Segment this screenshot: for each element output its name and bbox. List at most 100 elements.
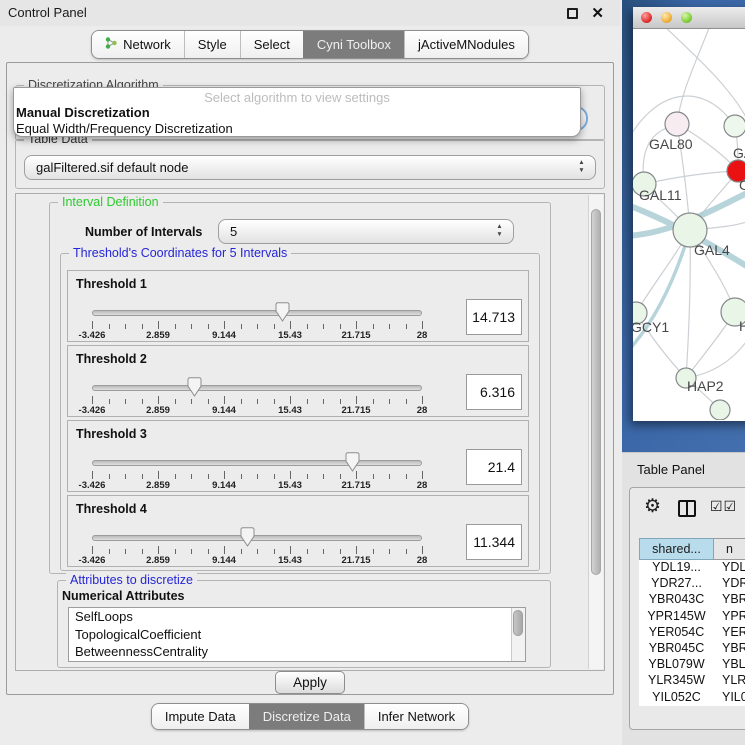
scrollbar-thumb[interactable] bbox=[513, 610, 523, 636]
table-data-combobox[interactable]: galFiltered.sif default node ▲▼ bbox=[24, 155, 596, 180]
attribute-item-betweennesscentrality[interactable]: BetweennessCentrality bbox=[69, 643, 525, 661]
threshold-panel-4: Threshold 4-3.4262.8599.14415.4321.71528… bbox=[67, 495, 529, 567]
tick-label: 21.715 bbox=[341, 480, 370, 491]
column-header-shared-name[interactable]: shared... bbox=[639, 538, 714, 560]
table-row[interactable]: YIL052CYIL0 bbox=[639, 690, 745, 706]
threshold-value-field[interactable]: 11.344 bbox=[466, 524, 522, 560]
table-row[interactable]: YBL079WYBL0 bbox=[639, 657, 745, 673]
bottom-tab-impute-data[interactable]: Impute Data bbox=[152, 704, 249, 729]
tick-label: 15.43 bbox=[278, 480, 302, 491]
tick-mark bbox=[224, 546, 225, 554]
tick-label: 9.144 bbox=[212, 480, 236, 491]
network-window-titlebar bbox=[633, 7, 745, 29]
threshold-value-field[interactable]: 6.316 bbox=[466, 374, 522, 410]
table-row[interactable]: YBR043CYBR0 bbox=[639, 592, 745, 608]
cyni-toolbox-pane: Discretization Algorithm Select algorith… bbox=[6, 62, 614, 695]
threshold-slider-track[interactable] bbox=[92, 385, 422, 391]
table-row[interactable]: YLR345WYLR3 bbox=[639, 673, 745, 689]
control-panel-titlebar: Control Panel ✕ bbox=[0, 0, 620, 26]
float-window-icon[interactable] bbox=[567, 8, 578, 19]
panel-title: Control Panel bbox=[8, 5, 87, 20]
table-row[interactable]: YDL19...YDL1 bbox=[639, 560, 745, 576]
threshold-slider-track[interactable] bbox=[92, 310, 422, 316]
slider-thumb[interactable] bbox=[240, 527, 255, 547]
tick-mark bbox=[290, 546, 291, 554]
attributes-list[interactable]: SelfLoopsTopologicalCoefficientBetweenne… bbox=[68, 607, 526, 662]
network-canvas[interactable]: GAL80GACGAL11GAL4GCY1HHAP2 bbox=[633, 29, 745, 420]
tick-label: 28 bbox=[417, 405, 428, 416]
tab-label: Cyni Toolbox bbox=[317, 37, 391, 52]
network-node-gal80[interactable] bbox=[665, 112, 689, 136]
column-header-name[interactable]: n bbox=[714, 538, 745, 560]
bottom-tab-infer-network[interactable]: Infer Network bbox=[364, 704, 468, 729]
tab-style[interactable]: Style bbox=[184, 31, 240, 58]
gear-icon[interactable]: ⚙ bbox=[644, 496, 661, 518]
bottom-tab-discretize-data[interactable]: Discretize Data bbox=[249, 704, 364, 729]
table-row[interactable]: YER054CYER0 bbox=[639, 625, 745, 641]
node-label: GAL11 bbox=[639, 187, 682, 203]
tick-mark bbox=[323, 474, 324, 479]
control-panel: Control Panel ✕ NetworkStyleSelect Cyni T… bbox=[0, 0, 620, 745]
cell-name: YBR0 bbox=[714, 592, 745, 608]
network-node-ga[interactable] bbox=[724, 115, 745, 137]
num-intervals-spinner[interactable]: 5 ▲▼ bbox=[218, 219, 514, 244]
algorithm-option-manual-discretization[interactable]: Manual Discretization bbox=[14, 105, 580, 121]
numerical-attributes-title: Numerical Attributes bbox=[62, 589, 184, 603]
tick-mark bbox=[373, 474, 374, 479]
slider-thumb[interactable] bbox=[275, 302, 290, 322]
tick-mark bbox=[257, 549, 258, 554]
threshold-panel-2: Threshold 2-3.4262.8599.14415.4321.71528… bbox=[67, 345, 529, 417]
table-row[interactable]: YBR045CYBR0 bbox=[639, 641, 745, 657]
close-icon[interactable]: ✕ bbox=[591, 4, 604, 22]
table-row[interactable]: YPR145WYPR1 bbox=[639, 609, 745, 625]
dropdown-placeholder: Select algorithm to view settings bbox=[14, 90, 580, 105]
num-intervals-label: Number of Intervals bbox=[85, 225, 202, 239]
tick-label: -3.426 bbox=[79, 555, 106, 566]
tick-mark bbox=[340, 399, 341, 404]
tick-mark bbox=[241, 474, 242, 479]
threshold-value-field[interactable]: 21.4 bbox=[466, 449, 522, 485]
tab-network[interactable]: Network bbox=[92, 31, 184, 58]
tick-label: 21.715 bbox=[341, 555, 370, 566]
network-node-unlabeled[interactable] bbox=[710, 400, 730, 420]
apply-button[interactable]: Apply bbox=[275, 671, 345, 694]
tick-mark bbox=[323, 399, 324, 404]
minimize-traffic-light-icon[interactable] bbox=[661, 12, 672, 23]
threshold-slider-track[interactable] bbox=[92, 460, 422, 466]
tab-cyni-toolbox[interactable]: Cyni Toolbox bbox=[303, 31, 404, 58]
close-traffic-light-icon[interactable] bbox=[641, 12, 652, 23]
tick-mark bbox=[109, 474, 110, 479]
tick-label: 2.859 bbox=[146, 330, 170, 341]
tick-label: 15.43 bbox=[278, 555, 302, 566]
attribute-item-topologicalcoefficient[interactable]: TopologicalCoefficient bbox=[69, 626, 525, 644]
checkbox-checked-icons[interactable]: ☑☑ bbox=[710, 498, 737, 515]
attribute-item-selfloops[interactable]: SelfLoops bbox=[69, 608, 525, 626]
spinner-arrows-icon[interactable]: ▲▼ bbox=[577, 159, 586, 175]
cell-shared-name: YDR27... bbox=[639, 576, 714, 592]
table-row[interactable]: YDR27...YDR2 bbox=[639, 576, 745, 592]
tab-jactivemnodules[interactable]: jActiveMNodules bbox=[404, 31, 528, 58]
tick-label: 21.715 bbox=[341, 330, 370, 341]
threshold-slider-track[interactable] bbox=[92, 535, 422, 541]
tick-mark bbox=[422, 471, 423, 479]
split-columns-icon[interactable] bbox=[678, 500, 696, 517]
cell-shared-name: YPR145W bbox=[639, 609, 714, 625]
spinner-arrows-icon[interactable]: ▲▼ bbox=[495, 223, 504, 239]
node-label: GAL80 bbox=[649, 136, 693, 152]
settings-scroll-area: Interval Definition Number of Intervals … bbox=[15, 193, 605, 671]
node-label: GCY1 bbox=[633, 319, 669, 335]
tab-select[interactable]: Select bbox=[240, 31, 303, 58]
zoom-traffic-light-icon[interactable] bbox=[681, 12, 692, 23]
settings-vertical-scrollbar[interactable] bbox=[588, 195, 603, 669]
cell-shared-name: YBR045C bbox=[639, 641, 714, 657]
tick-mark bbox=[175, 324, 176, 329]
threshold-value-field[interactable]: 14.713 bbox=[466, 299, 522, 335]
attributes-list-scrollbar[interactable] bbox=[511, 608, 525, 661]
algorithm-option-equal-width-frequency-discretization[interactable]: Equal Width/Frequency Discretization bbox=[14, 121, 580, 137]
scrollbar-thumb[interactable] bbox=[591, 209, 601, 575]
threshold-panel-3: Threshold 3-3.4262.8599.14415.4321.71528… bbox=[67, 420, 529, 492]
slider-thumb[interactable] bbox=[345, 452, 360, 472]
slider-thumb[interactable] bbox=[187, 377, 202, 397]
cell-name: YBL0 bbox=[714, 657, 745, 673]
tick-mark bbox=[158, 471, 159, 479]
